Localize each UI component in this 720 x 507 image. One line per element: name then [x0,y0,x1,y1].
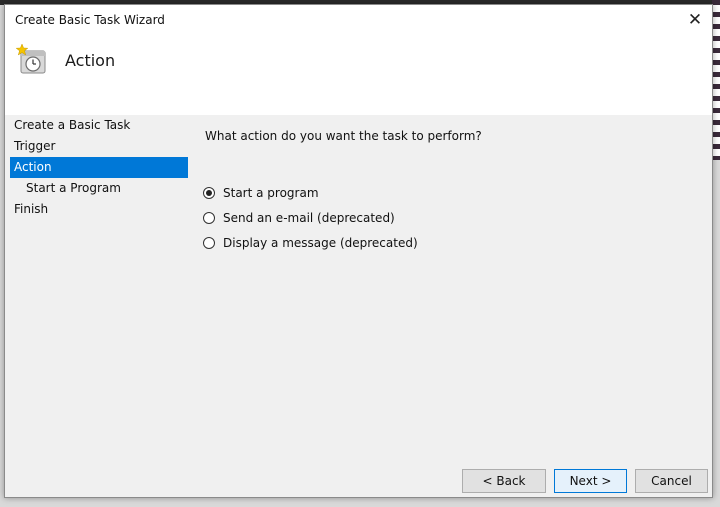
back-button[interactable]: < Back [462,469,546,493]
task-scheduler-clock-icon [15,43,46,74]
step-trigger[interactable]: Trigger [10,136,188,157]
radio-display-a-message[interactable] [203,236,215,249]
title-bar[interactable]: Create Basic Task Wizard ✕ [5,5,712,35]
step-action[interactable]: Action [10,157,188,178]
option-display-a-message[interactable]: Display a message (deprecated) [203,230,418,255]
option-label[interactable]: Start a program [223,186,319,200]
option-start-a-program[interactable]: Start a program [203,180,418,205]
page-title: Action [65,51,116,70]
option-label[interactable]: Display a message (deprecated) [223,236,418,250]
create-basic-task-wizard-dialog: Create Basic Task Wizard ✕ Action Create… [4,4,713,498]
wizard-steps-nav: Create a Basic Task Trigger Action Start… [10,115,188,220]
option-label[interactable]: Send an e-mail (deprecated) [223,211,395,225]
option-send-an-email[interactable]: Send an e-mail (deprecated) [203,205,418,230]
action-prompt: What action do you want the task to perf… [205,129,482,143]
radio-start-a-program[interactable] [203,186,215,199]
cancel-button[interactable]: Cancel [635,469,708,493]
action-radio-group: Start a program Send an e-mail (deprecat… [203,180,418,255]
step-start-a-program[interactable]: Start a Program [10,178,188,199]
step-create-a-basic-task[interactable]: Create a Basic Task [10,115,188,136]
step-finish[interactable]: Finish [10,199,188,220]
close-button[interactable]: ✕ [684,9,706,31]
background-window-edge [712,0,720,160]
radio-send-an-email[interactable] [203,211,215,224]
window-title: Create Basic Task Wizard [15,13,165,27]
next-button[interactable]: Next > [554,469,627,493]
wizard-header: Action [5,35,712,115]
